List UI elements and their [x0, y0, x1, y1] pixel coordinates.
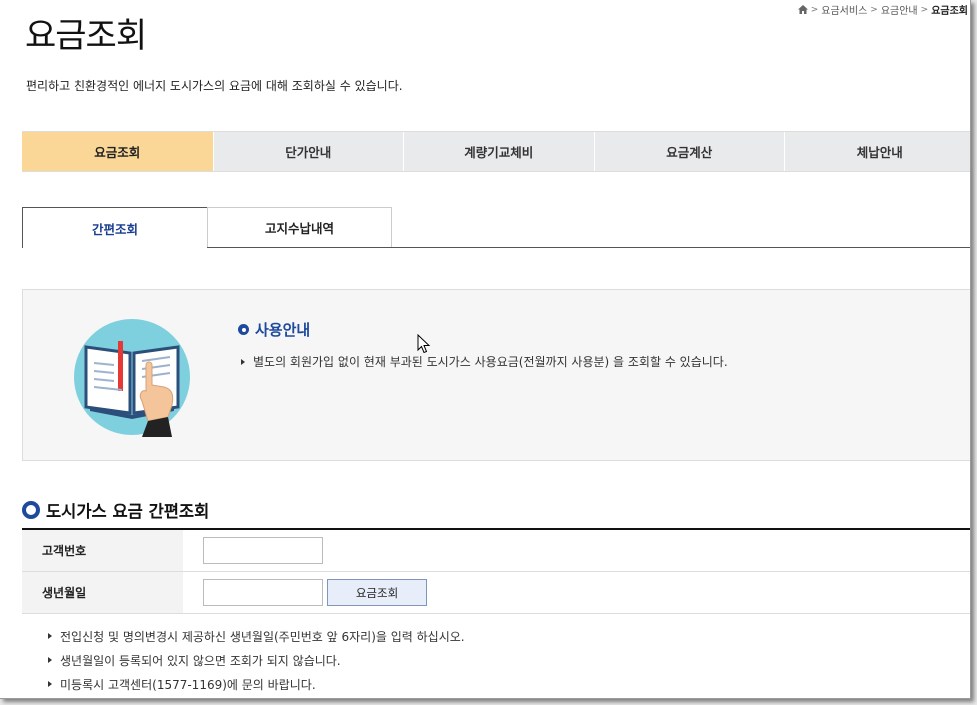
- note-text: 생년월일이 등록되어 있지 않으면 조회가 되지 않습니다.: [60, 653, 341, 668]
- breadcrumb: > 요금서비스 > 요금안내 > 요금조회: [797, 2, 968, 17]
- chevron-right-icon: >: [920, 4, 929, 15]
- usage-info-line: 별도의 회원가입 없이 현재 부과된 도시가스 사용요금(전월까지 사용분) 을…: [241, 353, 728, 370]
- usage-info-title-text: 사용안내: [255, 321, 311, 339]
- section-title-text: 도시가스 요금 간편조회: [46, 502, 210, 521]
- tab-fee-calculation[interactable]: 요금계산: [593, 132, 784, 171]
- chevron-right-icon: >: [810, 4, 819, 15]
- birth-date-cell: 요금조회: [183, 572, 427, 613]
- sub-tabs: 간편조회 고지수납내역: [22, 207, 970, 248]
- fee-inquiry-button[interactable]: 요금조회: [327, 579, 427, 606]
- customer-no-label: 고객번호: [22, 530, 183, 571]
- sub-tabs-baseline: [207, 247, 970, 248]
- tab-meter-replacement[interactable]: 계량기교체비: [403, 132, 594, 171]
- note-text: 전입신청 및 명의변경시 제공하신 생년월일(주민번호 앞 6자리)을 입력 하…: [60, 629, 465, 644]
- birth-date-label: 생년월일: [22, 572, 183, 613]
- usage-info-text: 별도의 회원가입 없이 현재 부과된 도시가스 사용요금(전월까지 사용분) 을…: [253, 355, 728, 369]
- mouse-cursor-icon: [417, 334, 431, 354]
- note-item: 생년월일이 등록되어 있지 않으면 조회가 되지 않습니다.: [48, 648, 465, 672]
- form-row-customer-no: 고객번호: [22, 530, 970, 572]
- chevron-right-icon: >: [870, 4, 878, 15]
- inquiry-form: 고객번호 생년월일 요금조회: [22, 528, 970, 614]
- bullet-circle-icon: [238, 324, 249, 335]
- ring-bullet-icon: [22, 501, 40, 519]
- bullet-triangle-icon: [48, 657, 52, 663]
- bullet-triangle-icon: [48, 633, 52, 639]
- note-text: 미등록시 고객센터(1577-1169)에 문의 바랍니다.: [60, 677, 316, 692]
- home-icon[interactable]: [797, 5, 808, 14]
- bullet-triangle-icon: [48, 681, 52, 687]
- breadcrumb-current: 요금조회: [931, 6, 968, 17]
- birth-date-input[interactable]: [203, 579, 323, 606]
- main-tabs: 요금조회 단가안내 계량기교체비 요금계산 체납안내: [22, 131, 970, 172]
- section-title: 도시가스 요금 간편조회: [22, 498, 209, 522]
- page-frame: > 요금서비스 > 요금안내 > 요금조회 요금조회 편리하고 친환경적인 에너…: [0, 0, 971, 699]
- usage-info-box: 사용안내 별도의 회원가입 없이 현재 부과된 도시가스 사용요금(전월까지 사…: [22, 289, 970, 461]
- note-item: 전입신청 및 명의변경시 제공하신 생년월일(주민번호 앞 6자리)을 입력 하…: [48, 624, 465, 648]
- breadcrumb-item[interactable]: 요금안내: [881, 2, 918, 17]
- customer-no-cell: [183, 530, 323, 571]
- tab-unit-price[interactable]: 단가안내: [212, 132, 403, 171]
- breadcrumb-item[interactable]: 요금서비스: [821, 2, 867, 17]
- book-pointing-hand-icon: [74, 319, 190, 437]
- tab-simple-inquiry[interactable]: 간편조회: [22, 207, 208, 248]
- tab-fee-inquiry[interactable]: 요금조회: [22, 132, 213, 171]
- tab-arrears[interactable]: 체납안내: [784, 132, 970, 171]
- note-item: 미등록시 고객센터(1577-1169)에 문의 바랍니다.: [48, 672, 465, 696]
- notes-list: 전입신청 및 명의변경시 제공하신 생년월일(주민번호 앞 6자리)을 입력 하…: [48, 624, 465, 696]
- page-intro: 편리하고 친환경적인 에너지 도시가스의 요금에 대해 조회하실 수 있습니다.: [26, 79, 403, 93]
- bullet-triangle-icon: [241, 358, 245, 365]
- form-row-birth: 생년월일 요금조회: [22, 572, 970, 614]
- page-title: 요금조회: [25, 16, 147, 56]
- tab-billing-history[interactable]: 고지수납내역: [207, 207, 392, 247]
- customer-no-input[interactable]: [203, 537, 323, 564]
- usage-info-title: 사용안내: [238, 319, 310, 340]
